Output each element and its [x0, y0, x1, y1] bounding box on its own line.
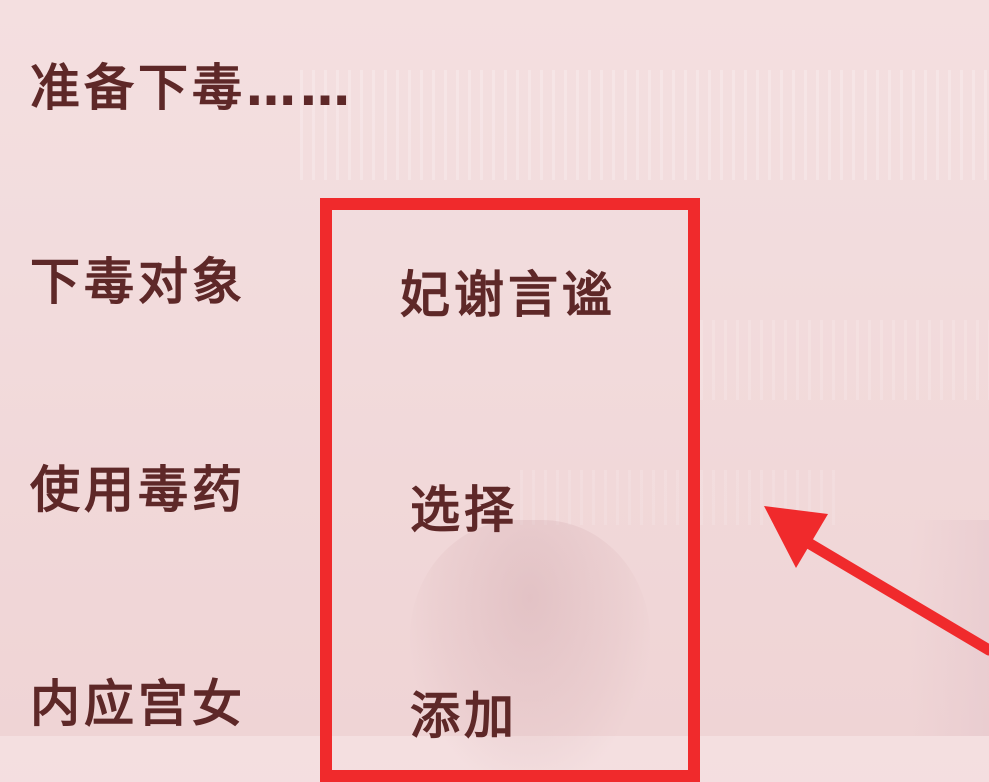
background-railing [300, 70, 989, 180]
poison-item-label: 使用毒药 [30, 461, 246, 519]
highlight-box [320, 198, 700, 782]
page-title: 准备下毒…… [30, 59, 354, 117]
accomplice-maid-label: 内应宫女 [30, 675, 246, 733]
annotation-arrow-icon [764, 506, 989, 656]
background-railing [700, 320, 989, 400]
poison-target-label: 下毒对象 [30, 253, 246, 311]
